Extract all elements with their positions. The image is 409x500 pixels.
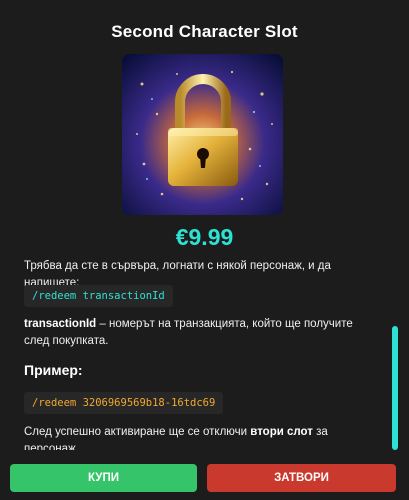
activation-before: След успешно активиране ще се отключи (24, 426, 251, 438)
padlock-icon (122, 54, 283, 215)
activation-bold: втори слот (250, 426, 313, 438)
transaction-term: transactionId (24, 318, 97, 330)
modal-title: Second Character Slot (111, 22, 298, 41)
scrollbar-thumb[interactable] (392, 326, 398, 450)
example-heading: Пример: (24, 362, 83, 378)
close-button[interactable]: ЗАТВОРИ (207, 464, 396, 492)
activation-text: След успешно активиране ще се отключи вт… (24, 424, 384, 450)
purchase-modal: Second Character Slot €9.99 Трябва да ст… (0, 0, 409, 500)
price-label: €9.99 (175, 224, 234, 250)
transaction-description: transactionId – номерът на транзакцията,… (24, 316, 379, 350)
buy-button[interactable]: КУПИ (10, 464, 197, 492)
example-code: /redeem 3206969569b18-16tdc69 (24, 392, 224, 414)
description-scroll-area[interactable]: Трябва да сте в сървъра, логнати с някой… (24, 258, 384, 450)
command-code: /redeem transactionId (24, 285, 173, 307)
